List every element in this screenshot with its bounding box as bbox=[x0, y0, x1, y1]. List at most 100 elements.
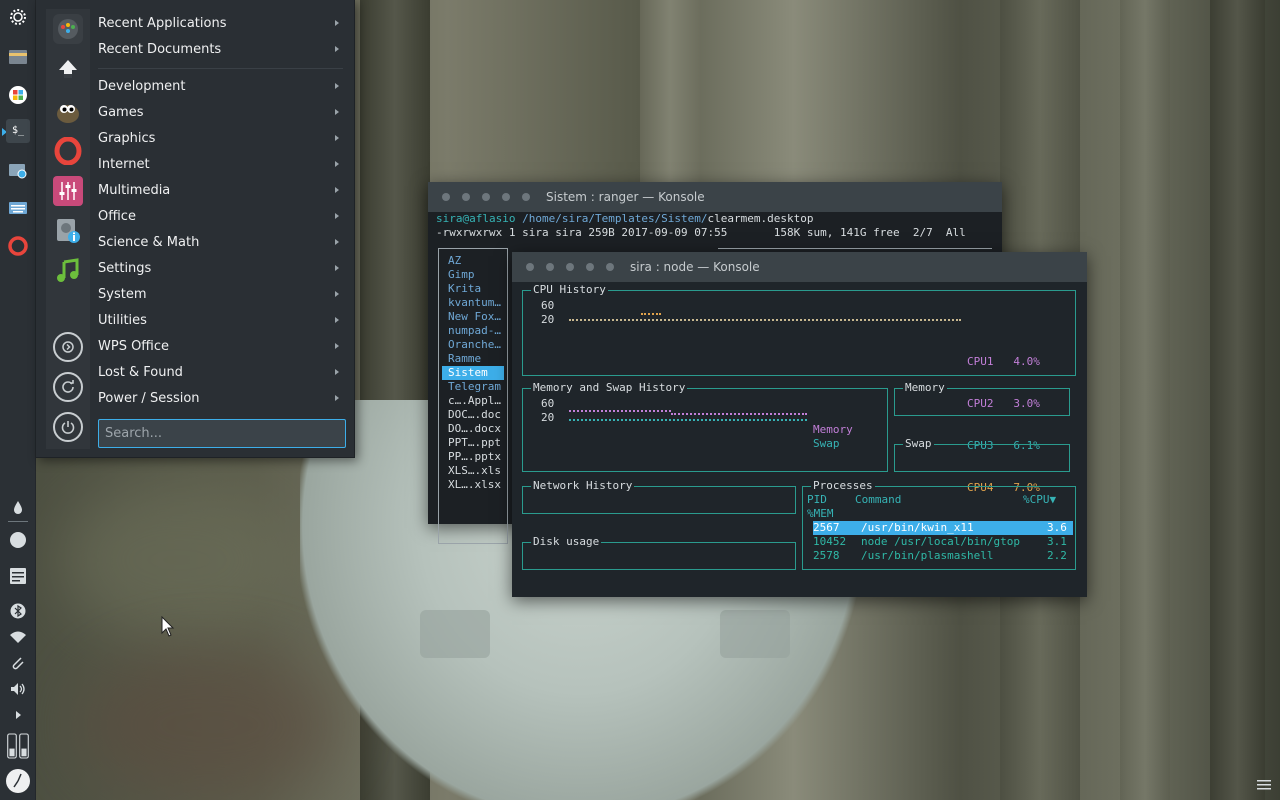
kde-logo-icon[interactable] bbox=[6, 5, 30, 29]
menu-item-internet[interactable]: Internet bbox=[98, 151, 343, 177]
process-header-command[interactable]: Command bbox=[855, 493, 901, 507]
clock-icon[interactable] bbox=[5, 768, 31, 794]
file-list-item[interactable]: Gimp bbox=[442, 268, 504, 282]
konsole-window-gtop[interactable]: sira : node — Konsole CPU History 60 20 … bbox=[512, 252, 1087, 597]
submenu-arrow-icon bbox=[335, 20, 339, 26]
window-minimize-button[interactable] bbox=[546, 263, 554, 271]
opera-icon[interactable] bbox=[53, 136, 83, 166]
file-list-item[interactable]: PP….pptx bbox=[442, 450, 504, 464]
menu-item-recent-applications[interactable]: Recent Applications bbox=[98, 10, 343, 36]
notes-icon[interactable] bbox=[6, 564, 30, 588]
disk-usage-title: Disk usage bbox=[531, 535, 602, 549]
submenu-arrow-icon bbox=[335, 395, 339, 401]
window-maximize-button[interactable] bbox=[482, 193, 490, 201]
disk-info-icon[interactable] bbox=[53, 216, 83, 246]
file-manager-icon[interactable] bbox=[6, 45, 30, 69]
network-history-box: Network History bbox=[522, 479, 796, 514]
menu-item-power-session[interactable]: Power / Session bbox=[98, 385, 343, 411]
process-header-cpu[interactable]: %CPU▼ bbox=[1023, 493, 1056, 507]
restart-icon[interactable] bbox=[53, 372, 83, 402]
shutdown-icon[interactable] bbox=[53, 412, 83, 442]
store-icon[interactable] bbox=[6, 83, 30, 107]
window-close-button[interactable] bbox=[526, 263, 534, 271]
screenshot-icon[interactable] bbox=[6, 159, 30, 183]
wifi-icon[interactable] bbox=[6, 625, 30, 649]
menu-item-label: Games bbox=[98, 104, 144, 120]
file-list-item[interactable]: Sistem bbox=[442, 366, 504, 380]
panel-separator bbox=[8, 521, 28, 522]
menu-item-wps-office[interactable]: WPS Office bbox=[98, 333, 343, 359]
process-row[interactable]: 10452 node /usr/local/bin/gtop 3.1 bbox=[813, 535, 1073, 549]
process-pid: 2578 bbox=[813, 549, 840, 562]
file-list-item[interactable]: XLS….xls bbox=[442, 464, 504, 478]
processes-title: Processes bbox=[811, 479, 875, 493]
process-header-pid[interactable]: PID bbox=[807, 493, 827, 507]
file-list-item[interactable]: AZ bbox=[442, 254, 504, 268]
window-pin-button[interactable] bbox=[606, 263, 614, 271]
menu-item-recent-documents[interactable]: Recent Documents bbox=[98, 36, 343, 62]
inkscape-icon[interactable] bbox=[53, 55, 83, 85]
battery-icon[interactable] bbox=[6, 729, 30, 763]
menu-item-office[interactable]: Office bbox=[98, 203, 343, 229]
submenu-arrow-icon bbox=[335, 187, 339, 193]
switch-user-icon[interactable] bbox=[53, 332, 83, 362]
submenu-arrow-icon bbox=[335, 317, 339, 323]
volume-icon[interactable] bbox=[6, 677, 30, 701]
titlebar[interactable]: Sistem : ranger — Konsole bbox=[428, 182, 1002, 212]
file-list-item[interactable]: Telegram bbox=[442, 380, 504, 394]
window-close-button[interactable] bbox=[442, 193, 450, 201]
process-row[interactable]: 2567/usr/bin/kwin_x11 3.6 bbox=[813, 521, 1073, 535]
menu-item-utilities[interactable]: Utilities bbox=[98, 307, 343, 333]
file-list-item[interactable]: Krita bbox=[442, 282, 504, 296]
file-list-item[interactable]: PPT….ppt bbox=[442, 436, 504, 450]
file-list-item[interactable]: numpad-… bbox=[442, 324, 504, 338]
menu-item-system[interactable]: System bbox=[98, 281, 343, 307]
bluetooth-icon[interactable] bbox=[6, 599, 30, 623]
menu-item-development[interactable]: Development bbox=[98, 73, 343, 99]
process-header-mem[interactable]: %MEM bbox=[807, 507, 834, 521]
terminal-body[interactable]: CPU History 60 20 CPU1 4.0% CPU2 3.0% CP… bbox=[512, 282, 1087, 597]
file-list-item[interactable]: DO….docx bbox=[442, 422, 504, 436]
chrome-icon[interactable] bbox=[53, 14, 83, 44]
menu-item-multimedia[interactable]: Multimedia bbox=[98, 177, 343, 203]
opera-icon[interactable] bbox=[6, 234, 30, 258]
menu-item-label: Office bbox=[98, 208, 136, 224]
keyboard-icon[interactable] bbox=[6, 196, 30, 220]
memory-history-trace bbox=[569, 410, 671, 412]
mixer-icon[interactable] bbox=[53, 176, 83, 206]
window-maximize-button[interactable] bbox=[566, 263, 574, 271]
file-list-item[interactable]: Ramme bbox=[442, 352, 504, 366]
submenu-arrow-icon bbox=[335, 109, 339, 115]
terminal-icon[interactable]: $_ bbox=[6, 119, 30, 143]
submenu-arrow-icon bbox=[335, 369, 339, 375]
menu-item-lost-found[interactable]: Lost & Found bbox=[98, 359, 343, 385]
file-list-item[interactable]: XL….xlsx bbox=[442, 478, 504, 492]
circle-icon[interactable] bbox=[6, 528, 30, 552]
submenu-arrow-icon bbox=[335, 291, 339, 297]
file-list-item[interactable]: kvantum… bbox=[442, 296, 504, 310]
file-list-item[interactable]: New Fox… bbox=[442, 310, 504, 324]
memory-legend: Memory bbox=[813, 423, 853, 436]
gimp-icon[interactable] bbox=[53, 96, 83, 126]
music-icon[interactable] bbox=[53, 256, 83, 286]
file-list-item[interactable]: DOC….doc bbox=[442, 408, 504, 422]
swap-history-trace bbox=[569, 419, 807, 421]
file-list-item[interactable]: c….Appl… bbox=[442, 394, 504, 408]
process-command: /usr/bin/plasmashell bbox=[861, 549, 994, 562]
menu-item-science-math[interactable]: Science & Math bbox=[98, 229, 343, 255]
window-minimize-button[interactable] bbox=[462, 193, 470, 201]
menu-item-graphics[interactable]: Graphics bbox=[98, 125, 343, 151]
clip-icon[interactable] bbox=[6, 651, 30, 675]
menu-item-games[interactable]: Games bbox=[98, 99, 343, 125]
drop-icon[interactable] bbox=[6, 495, 30, 519]
window-menu-button[interactable] bbox=[586, 263, 594, 271]
window-menu-button[interactable] bbox=[502, 193, 510, 201]
titlebar[interactable]: sira : node — Konsole bbox=[512, 252, 1087, 282]
process-row[interactable]: 2578/usr/bin/plasmashell 2.2 bbox=[813, 549, 1073, 563]
menu-item-settings[interactable]: Settings bbox=[98, 255, 343, 281]
window-pin-button[interactable] bbox=[522, 193, 530, 201]
expand-icon[interactable] bbox=[6, 703, 30, 727]
search-input[interactable] bbox=[98, 419, 346, 448]
hamburger-menu-icon[interactable] bbox=[1256, 777, 1272, 791]
file-list-item[interactable]: Oranche… bbox=[442, 338, 504, 352]
